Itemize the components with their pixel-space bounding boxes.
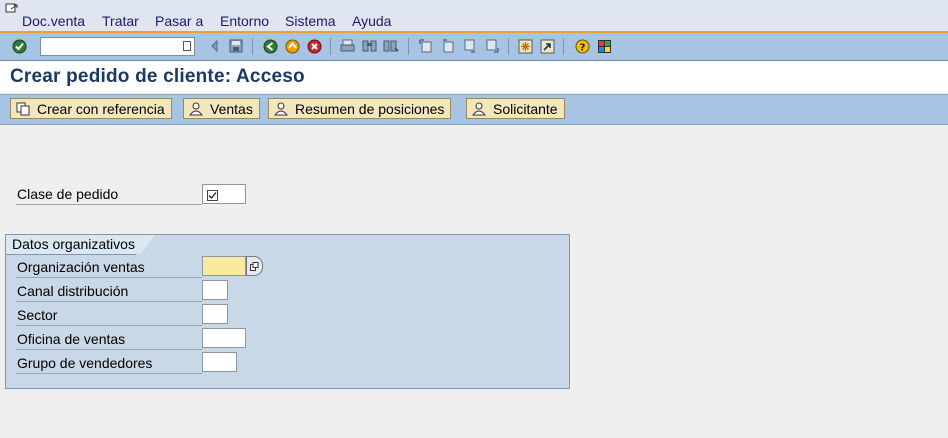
previous-page-icon[interactable] xyxy=(440,38,456,54)
order-type-input[interactable] xyxy=(202,184,246,204)
save-icon[interactable] xyxy=(228,38,244,54)
sales-label: Ventas xyxy=(210,100,253,117)
sales-office-input[interactable] xyxy=(202,328,246,348)
group-title: Datos organizativos xyxy=(6,235,155,254)
sales-group-input[interactable] xyxy=(202,352,237,372)
toolbar-separator xyxy=(252,38,253,55)
required-check-icon xyxy=(207,188,218,204)
toolbar-separator xyxy=(408,38,409,55)
person-icon xyxy=(471,101,487,117)
shortcut-icon[interactable] xyxy=(539,38,555,54)
last-page-icon[interactable] xyxy=(484,38,500,54)
find-next-icon[interactable] xyxy=(383,38,399,54)
application-toolbar: Crear con referencia Ventas Resumen de p… xyxy=(0,94,948,125)
find-icon[interactable] xyxy=(361,38,377,54)
group-divider xyxy=(6,254,136,255)
toolbar-separator xyxy=(330,38,331,55)
toolbar-separator xyxy=(508,38,509,55)
back-arrow-icon[interactable] xyxy=(206,38,222,54)
sold-to-party-button[interactable]: Solicitante xyxy=(466,98,565,119)
print-icon[interactable] xyxy=(339,38,355,54)
person-icon xyxy=(273,101,289,117)
new-session-icon[interactable] xyxy=(517,38,533,54)
back-icon[interactable] xyxy=(262,38,278,54)
division-label: Sector xyxy=(16,305,202,326)
order-type-label: Clase de pedido xyxy=(16,184,202,205)
create-with-reference-label: Crear con referencia xyxy=(37,100,165,117)
enter-icon[interactable] xyxy=(11,38,27,54)
person-icon xyxy=(188,101,204,117)
sales-group-label: Grupo de vendedores xyxy=(16,353,202,374)
help-icon[interactable]: ? xyxy=(574,38,590,54)
sold-to-party-label: Solicitante xyxy=(493,100,558,117)
command-field[interactable] xyxy=(40,37,195,56)
menu-entorno[interactable]: Entorno xyxy=(220,13,269,29)
exit-icon[interactable] xyxy=(284,38,300,54)
menu-bar: Doc.venta Tratar Pasar a Entorno Sistema… xyxy=(0,0,948,33)
copy-document-icon xyxy=(15,101,31,117)
svg-text:?: ? xyxy=(579,42,585,53)
toolbar-separator xyxy=(563,38,564,55)
item-overview-label: Resumen de posiciones xyxy=(295,100,445,117)
system-menu-icon[interactable] xyxy=(5,1,19,13)
next-page-icon[interactable] xyxy=(462,38,478,54)
sales-button[interactable]: Ventas xyxy=(183,98,260,119)
menu-ayuda[interactable]: Ayuda xyxy=(352,13,391,29)
title-bar: Crear pedido de cliente: Acceso xyxy=(0,61,948,93)
cancel-icon[interactable] xyxy=(306,38,322,54)
menu-doc-venta[interactable]: Doc.venta xyxy=(22,13,85,29)
menu-pasar-a[interactable]: Pasar a xyxy=(155,13,203,29)
distribution-channel-input[interactable] xyxy=(202,280,228,300)
menu-sistema[interactable]: Sistema xyxy=(285,13,336,29)
sales-office-label: Oficina de ventas xyxy=(16,329,202,350)
first-page-icon[interactable] xyxy=(418,38,434,54)
search-help-icon[interactable] xyxy=(246,256,263,276)
distribution-channel-label: Canal distribución xyxy=(16,281,202,302)
sales-organization-input[interactable] xyxy=(202,256,246,276)
sales-organization-label: Organización ventas xyxy=(16,257,202,278)
division-input[interactable] xyxy=(202,304,228,324)
standard-toolbar: ? xyxy=(0,33,948,61)
create-with-reference-button[interactable]: Crear con referencia xyxy=(10,98,172,119)
command-dropdown-icon[interactable] xyxy=(183,41,191,51)
layout-icon[interactable] xyxy=(596,38,612,54)
menu-tratar[interactable]: Tratar xyxy=(102,13,139,29)
page-title: Crear pedido de cliente: Acceso xyxy=(10,66,305,87)
item-overview-button[interactable]: Resumen de posiciones xyxy=(268,98,452,119)
